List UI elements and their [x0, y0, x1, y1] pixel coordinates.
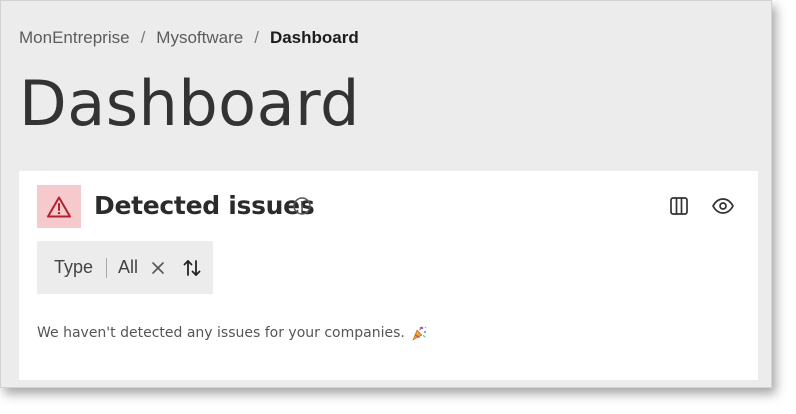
sort-icon — [183, 259, 201, 276]
info-icon[interactable] — [292, 196, 312, 216]
columns-icon[interactable] — [668, 195, 690, 217]
breadcrumb: MonEntreprise / Mysoftware / Dashboard — [19, 28, 359, 48]
breadcrumb-separator: / — [254, 28, 259, 47]
empty-state-text: We haven't detected any issues for your … — [37, 325, 405, 341]
warning-badge — [37, 185, 81, 228]
breadcrumb-item-software[interactable]: Mysoftware — [156, 28, 243, 48]
eye-icon[interactable] — [711, 196, 735, 216]
party-popper-icon — [412, 326, 427, 341]
sort-button[interactable] — [181, 257, 203, 279]
breadcrumb-item-current: Dashboard — [269, 28, 359, 47]
filter-value: All — [118, 257, 139, 277]
card-title: Detected issues — [94, 191, 315, 220]
filter-divider — [106, 257, 108, 278]
type-filter-chip[interactable]: Type All — [37, 241, 213, 294]
page-title: Dashboard — [19, 67, 360, 140]
empty-state-message: We haven't detected any issues for your … — [37, 325, 427, 341]
app-window: MonEntreprise / Mysoftware / Dashboard D… — [0, 0, 772, 388]
breadcrumb-item-company[interactable]: MonEntreprise — [19, 28, 130, 48]
detected-issues-card: Detected issues Type All We haven't dete… — [19, 171, 758, 380]
filter-label: Type — [54, 257, 94, 277]
breadcrumb-separator: / — [140, 28, 146, 47]
warning-icon — [47, 196, 71, 217]
clear-filter-button[interactable] — [148, 258, 168, 278]
close-icon — [152, 261, 164, 274]
